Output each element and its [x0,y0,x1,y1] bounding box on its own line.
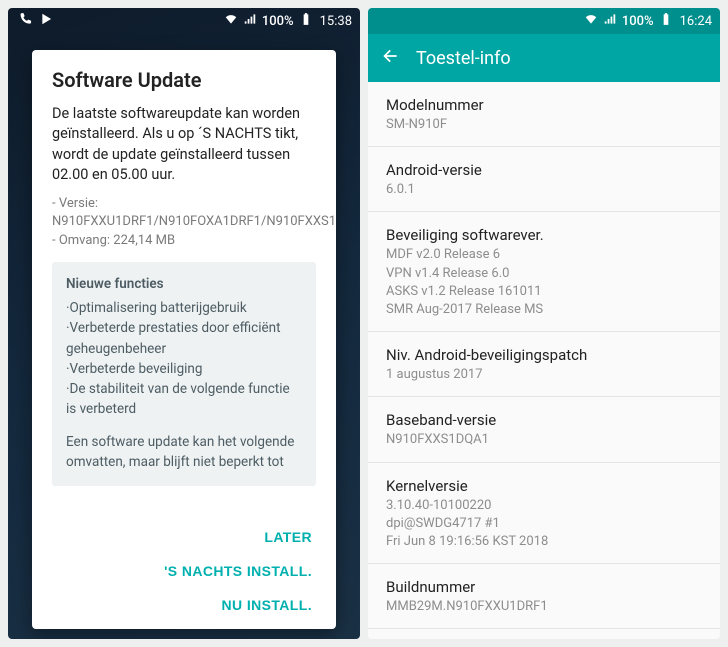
clock-time: 16:24 [680,14,712,29]
signal-icon [243,12,257,30]
info-item-security-software[interactable]: Beveiliging softwarever. MDF v2.0 Releas… [368,212,720,332]
dialog-intro-text: De laatste softwareupdate kan worden geï… [52,104,316,185]
features-footer: Een software update kan het volgende omv… [66,432,302,473]
wifi-icon [584,12,598,30]
info-item-model[interactable]: Modelnummer SM-N910F [368,82,720,147]
info-value: N910FXXS1DQA1 [386,431,702,449]
dialog-title: Software Update [32,50,336,104]
appbar: Toestel-info [368,34,720,82]
info-label: Modelnummer [386,96,702,114]
statusbar-right: 100% 16:24 [368,8,720,34]
phone-right: 100% 16:24 Toestel-info Modelnummer SM-N… [368,8,720,639]
feature-item: ·Verbeterde beveiliging [66,359,302,379]
info-label: Beveiliging softwarever. [386,226,702,244]
info-label: Niv. Android-beveiligingspatch [386,346,702,364]
info-item-kernel[interactable]: Kernelversie 3.10.40-10100220 dpi@SWDG47… [368,463,720,565]
signal-icon [603,12,617,30]
info-value: MDF v2.0 Release 6 VPN v1.4 Release 6.0 … [386,246,702,319]
play-store-icon [40,12,54,30]
clock-time: 15:38 [320,14,352,29]
info-value: 6.0.1 [386,181,702,199]
feature-item: ·Optimalisering batterijgebruik [66,298,302,318]
battery-percentage: 100% [262,14,294,29]
phone-left: 100% 15:38 Software Update De laatste so… [8,8,360,639]
software-update-dialog: Software Update De laatste softwareupdat… [32,50,336,629]
device-info-list: Modelnummer SM-N910F Android-versie 6.0.… [368,82,720,629]
wifi-icon [224,12,238,30]
features-title: Nieuwe functies [66,274,302,294]
features-box: Nieuwe functies ·Optimalisering batterij… [52,262,316,486]
install-tonight-button[interactable]: 'S NACHTS INSTALL. [158,555,318,587]
later-button[interactable]: LATER [258,521,318,553]
phone-icon [20,12,34,30]
info-item-android-version[interactable]: Android-versie 6.0.1 [368,147,720,212]
info-label: Baseband-versie [386,411,702,429]
version-line: - Versie: N910FXXU1DRF1/N910FOXA1DRF1/N9… [52,195,316,231]
battery-icon [659,12,673,30]
size-line: - Omvang: 224,14 MB [52,232,316,250]
feature-item: ·De stabiliteit van de volgende functie … [66,379,302,420]
battery-icon [299,12,313,30]
info-label: Kernelversie [386,477,702,495]
info-value: MMB29M.N910FXXU1DRF1 [386,598,702,616]
dialog-actions: LATER 'S NACHTS INSTALL. NU INSTALL. [32,515,336,629]
info-item-security-patch[interactable]: Niv. Android-beveiligingspatch 1 augustu… [368,332,720,397]
info-value: 1 augustus 2017 [386,366,702,384]
back-arrow-icon[interactable] [380,46,400,70]
info-item-build[interactable]: Buildnummer MMB29M.N910FXXU1DRF1 [368,564,720,629]
battery-percentage: 100% [622,14,654,29]
statusbar-left: 100% 15:38 [8,8,360,34]
install-now-button[interactable]: NU INSTALL. [216,589,318,621]
info-label: Buildnummer [386,578,702,596]
feature-item: ·Verbeterde prestaties door efficiënt ge… [66,318,302,359]
info-value: 3.10.40-10100220 dpi@SWDG4717 #1 Fri Jun… [386,497,702,552]
info-item-baseband[interactable]: Baseband-versie N910FXXS1DQA1 [368,397,720,462]
info-value: SM-N910F [386,116,702,134]
appbar-title: Toestel-info [416,48,511,69]
info-label: Android-versie [386,161,702,179]
dialog-meta: - Versie: N910FXXU1DRF1/N910FOXA1DRF1/N9… [52,195,316,250]
